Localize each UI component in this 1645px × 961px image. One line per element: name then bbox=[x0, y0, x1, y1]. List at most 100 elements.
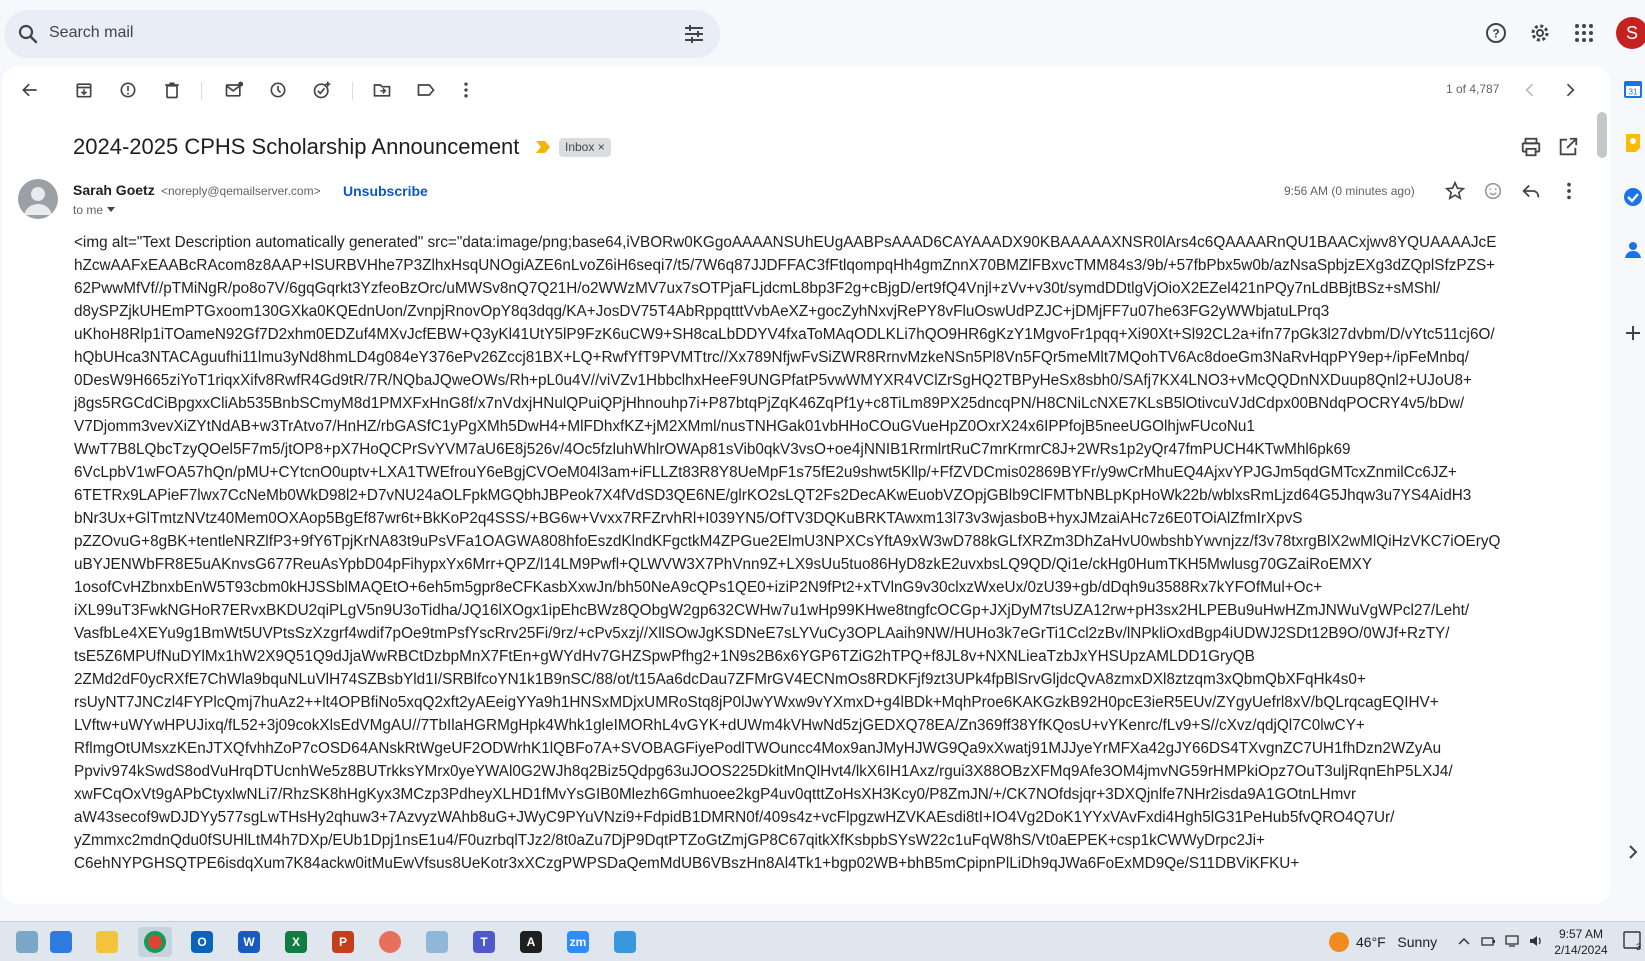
email-body-line: WwT7B8LQbcTzyQOel5F7m5/jtOP8+pX7HoQCPrSv… bbox=[74, 441, 1351, 458]
windows-taskbar: O W X P T A zm 46°F Sunny 9:57 AM 2/14/2… bbox=[0, 921, 1645, 961]
email-body-line: 0DesW9H665ziYoT1riqxXifv8RwfR4Gd9tR/7R/N… bbox=[74, 372, 1472, 389]
email-body-line: 6TETRx9LAPieF7lwx7CcNeMb0WkD98l2+D7vNU24… bbox=[74, 487, 1472, 504]
snooze-clock-icon[interactable] bbox=[266, 78, 290, 102]
add-addon-plus-icon[interactable] bbox=[1622, 322, 1644, 344]
sender-email: <noreply@qemailserver.com> bbox=[161, 184, 321, 198]
notification-center-icon[interactable]: 31 bbox=[1622, 930, 1645, 952]
email-body-line: tsE5Z6MPUfNuDYlMx1hW2X9Q51Q9dJjaWwRBCtDz… bbox=[74, 648, 1255, 665]
tasks-icon[interactable] bbox=[1622, 186, 1644, 208]
search-icon[interactable] bbox=[16, 22, 40, 46]
emoji-reaction-icon[interactable] bbox=[1482, 180, 1504, 202]
mark-unread-icon[interactable] bbox=[222, 78, 246, 102]
tray-chevron-up-icon[interactable] bbox=[1456, 933, 1472, 949]
taskbar-files-icon[interactable] bbox=[44, 927, 78, 957]
message-more-icon[interactable] bbox=[1558, 180, 1580, 202]
recipient-text: to me bbox=[73, 203, 104, 217]
newer-chevron-left-icon[interactable] bbox=[1518, 78, 1542, 102]
search-options-icon[interactable] bbox=[682, 22, 706, 46]
email-body-line: hZcwAAFxEAABcRAcom8z8AAP+lSURBVHhe7P3Zlh… bbox=[74, 257, 1496, 274]
recipient-details[interactable]: to me bbox=[73, 203, 116, 217]
open-in-new-window-icon[interactable] bbox=[1557, 136, 1579, 158]
taskbar-paint-icon[interactable] bbox=[373, 927, 407, 957]
taskbar-app-icon[interactable] bbox=[420, 927, 454, 957]
delete-trash-icon[interactable] bbox=[160, 78, 184, 102]
report-spam-icon[interactable] bbox=[116, 78, 140, 102]
inbox-label-chip[interactable]: Inbox × bbox=[559, 138, 611, 157]
label-tag-icon[interactable] bbox=[414, 78, 438, 102]
email-body-line: V7Djomm3vevXiZYtNdAB+w3TrAtvo7/HnHZ/rbGA… bbox=[74, 418, 1255, 435]
email-body-line: uBYJENWbFR8E5uAKnvsG677ReuAsYpbD04pFihyp… bbox=[74, 556, 1373, 573]
email-body-line: LVftw+uWYwHPUJixq/fL52+3j09cokXlsEdVMgAU… bbox=[74, 717, 1365, 734]
help-icon[interactable]: ? bbox=[1484, 21, 1508, 45]
weather-sun-icon[interactable] bbox=[1329, 932, 1349, 952]
move-to-folder-icon[interactable] bbox=[370, 78, 394, 102]
email-body-line: xwFCqOxVt9gAPbCtyxlwNLi7/RhzSK8hHgKyx3MC… bbox=[74, 786, 1357, 803]
taskbar-chrome-icon[interactable] bbox=[138, 927, 172, 957]
email-body-line: C6ehNYPGHSQTPE6isdqXum7K84ackw0itMuEwVfs… bbox=[74, 855, 1300, 872]
print-icon[interactable] bbox=[1520, 136, 1542, 158]
top-bar: Search mail ? S bbox=[0, 0, 1645, 62]
svg-text:?: ? bbox=[1492, 27, 1499, 41]
search-input[interactable]: Search mail bbox=[49, 24, 133, 42]
email-body-line: 6VcLpbV1wFOA57hQn/pMU+CYtcnO0uptv+LXA1TW… bbox=[74, 464, 1457, 481]
email-body-line: pZZOvuG+8gBK+tentleNRZlfP3+9fY6TpjKrNA83… bbox=[74, 533, 1501, 550]
taskbar-word-icon[interactable]: W bbox=[232, 927, 266, 957]
weather-temp: 46°F bbox=[1356, 934, 1386, 950]
archive-icon[interactable] bbox=[72, 78, 96, 102]
clock-time: 9:57 AM bbox=[1558, 927, 1604, 941]
email-toolbar: 1 of 4,787 bbox=[2, 66, 1610, 114]
taskbar-file-explorer-icon[interactable] bbox=[90, 927, 124, 957]
email-body-line: iXL99uT3FwkNGHoR7ERvxBKDU2qiPLgV5n9U3oTi… bbox=[74, 602, 1470, 619]
email-body-line: 1osofCvHZbnxbEnW5T93cbm0kHJSSblMAQEtO+6e… bbox=[74, 579, 1323, 596]
email-body-line: bNr3Ux+GlTmtzNVtz40Mem0OXAop5BgEf87wr6t+… bbox=[74, 510, 1303, 527]
tray-volume-icon[interactable] bbox=[1528, 933, 1544, 949]
email-body: <img alt="Text Description automatically… bbox=[74, 231, 1574, 875]
email-view: 1 of 4,787 2024-2025 CPHS Scholarship An… bbox=[2, 66, 1610, 904]
taskbar-acrobat-icon[interactable]: A bbox=[514, 927, 548, 957]
reply-icon[interactable] bbox=[1520, 180, 1542, 202]
email-body-line: 62PwwMfVf//pTMiNgR/po8o7V/6gqGqrkt3Yzfeo… bbox=[74, 280, 1441, 297]
toolbar-divider bbox=[352, 82, 353, 100]
keep-notes-icon[interactable] bbox=[1622, 132, 1644, 154]
apps-grid-icon[interactable] bbox=[1572, 21, 1596, 45]
taskbar-teams-icon[interactable]: T bbox=[467, 927, 501, 957]
unsubscribe-link[interactable]: Unsubscribe bbox=[343, 183, 428, 199]
taskbar-excel-icon[interactable]: X bbox=[279, 927, 313, 957]
toolbar-divider bbox=[201, 82, 202, 100]
taskbar-clock[interactable]: 9:57 AM 2/14/2024 bbox=[1551, 926, 1611, 958]
weather-widget[interactable]: 46°F Sunny bbox=[1356, 934, 1437, 950]
back-arrow-icon[interactable] bbox=[18, 78, 42, 102]
clock-date: 2/14/2024 bbox=[1554, 943, 1608, 957]
search-bar[interactable]: Search mail bbox=[4, 10, 720, 58]
tray-battery-icon[interactable] bbox=[1480, 933, 1496, 949]
taskbar-powerpoint-icon[interactable]: P bbox=[326, 927, 360, 957]
remove-label-icon[interactable]: × bbox=[598, 140, 605, 154]
email-body-line: 2ZMd2dF0ycRXfE7ChWla9bquNLuVlH74SZBsbYld… bbox=[74, 671, 1366, 688]
email-body-line: uKhoH8Rlp1iTOameN92Gf7D2xhm0EDZuf4MXvJcf… bbox=[74, 326, 1495, 343]
tray-network-icon[interactable] bbox=[1504, 933, 1520, 949]
importance-marker-icon[interactable] bbox=[535, 140, 551, 154]
email-body-line: hQbUHca3NTACAguufhi11lmu3yNd8hmLD4g084eY… bbox=[74, 349, 1470, 366]
vertical-scrollbar[interactable] bbox=[1597, 112, 1607, 158]
taskbar-zoom-icon[interactable]: zm bbox=[561, 927, 595, 957]
sender-name[interactable]: Sarah Goetz bbox=[73, 182, 155, 198]
taskbar-photos-icon[interactable] bbox=[608, 927, 642, 957]
settings-gear-icon[interactable] bbox=[1528, 21, 1552, 45]
email-body-line: aW43secof9wDJDYy577sgLwTHsHy2qhuw3+7Azvy… bbox=[74, 809, 1395, 826]
star-icon[interactable] bbox=[1444, 180, 1466, 202]
contacts-icon[interactable] bbox=[1622, 238, 1644, 260]
more-vertical-icon[interactable] bbox=[454, 78, 478, 102]
expand-panel-chevron-icon[interactable] bbox=[1622, 841, 1644, 863]
account-avatar[interactable]: S bbox=[1616, 17, 1645, 49]
add-task-icon[interactable] bbox=[310, 78, 334, 102]
sender-avatar[interactable] bbox=[18, 179, 58, 219]
calendar-icon[interactable]: 31 bbox=[1622, 78, 1644, 100]
taskbar-notepad-icon[interactable] bbox=[10, 927, 44, 957]
email-body-line: VasfbLe4XEYu9g1BmWt5UVPtsSzXzgrf4wdif7pO… bbox=[74, 625, 1450, 642]
email-body-line: j8gs5RGCdCiBpgxxCliAb535BnbSCmyM8d1PMXFx… bbox=[74, 395, 1465, 412]
taskbar-outlook-icon[interactable]: O bbox=[185, 927, 219, 957]
older-chevron-right-icon[interactable] bbox=[1558, 78, 1582, 102]
inbox-label-text: Inbox bbox=[565, 140, 595, 154]
email-timestamp: 9:56 AM (0 minutes ago) bbox=[1284, 184, 1415, 198]
notification-count: 31 bbox=[1636, 942, 1642, 952]
